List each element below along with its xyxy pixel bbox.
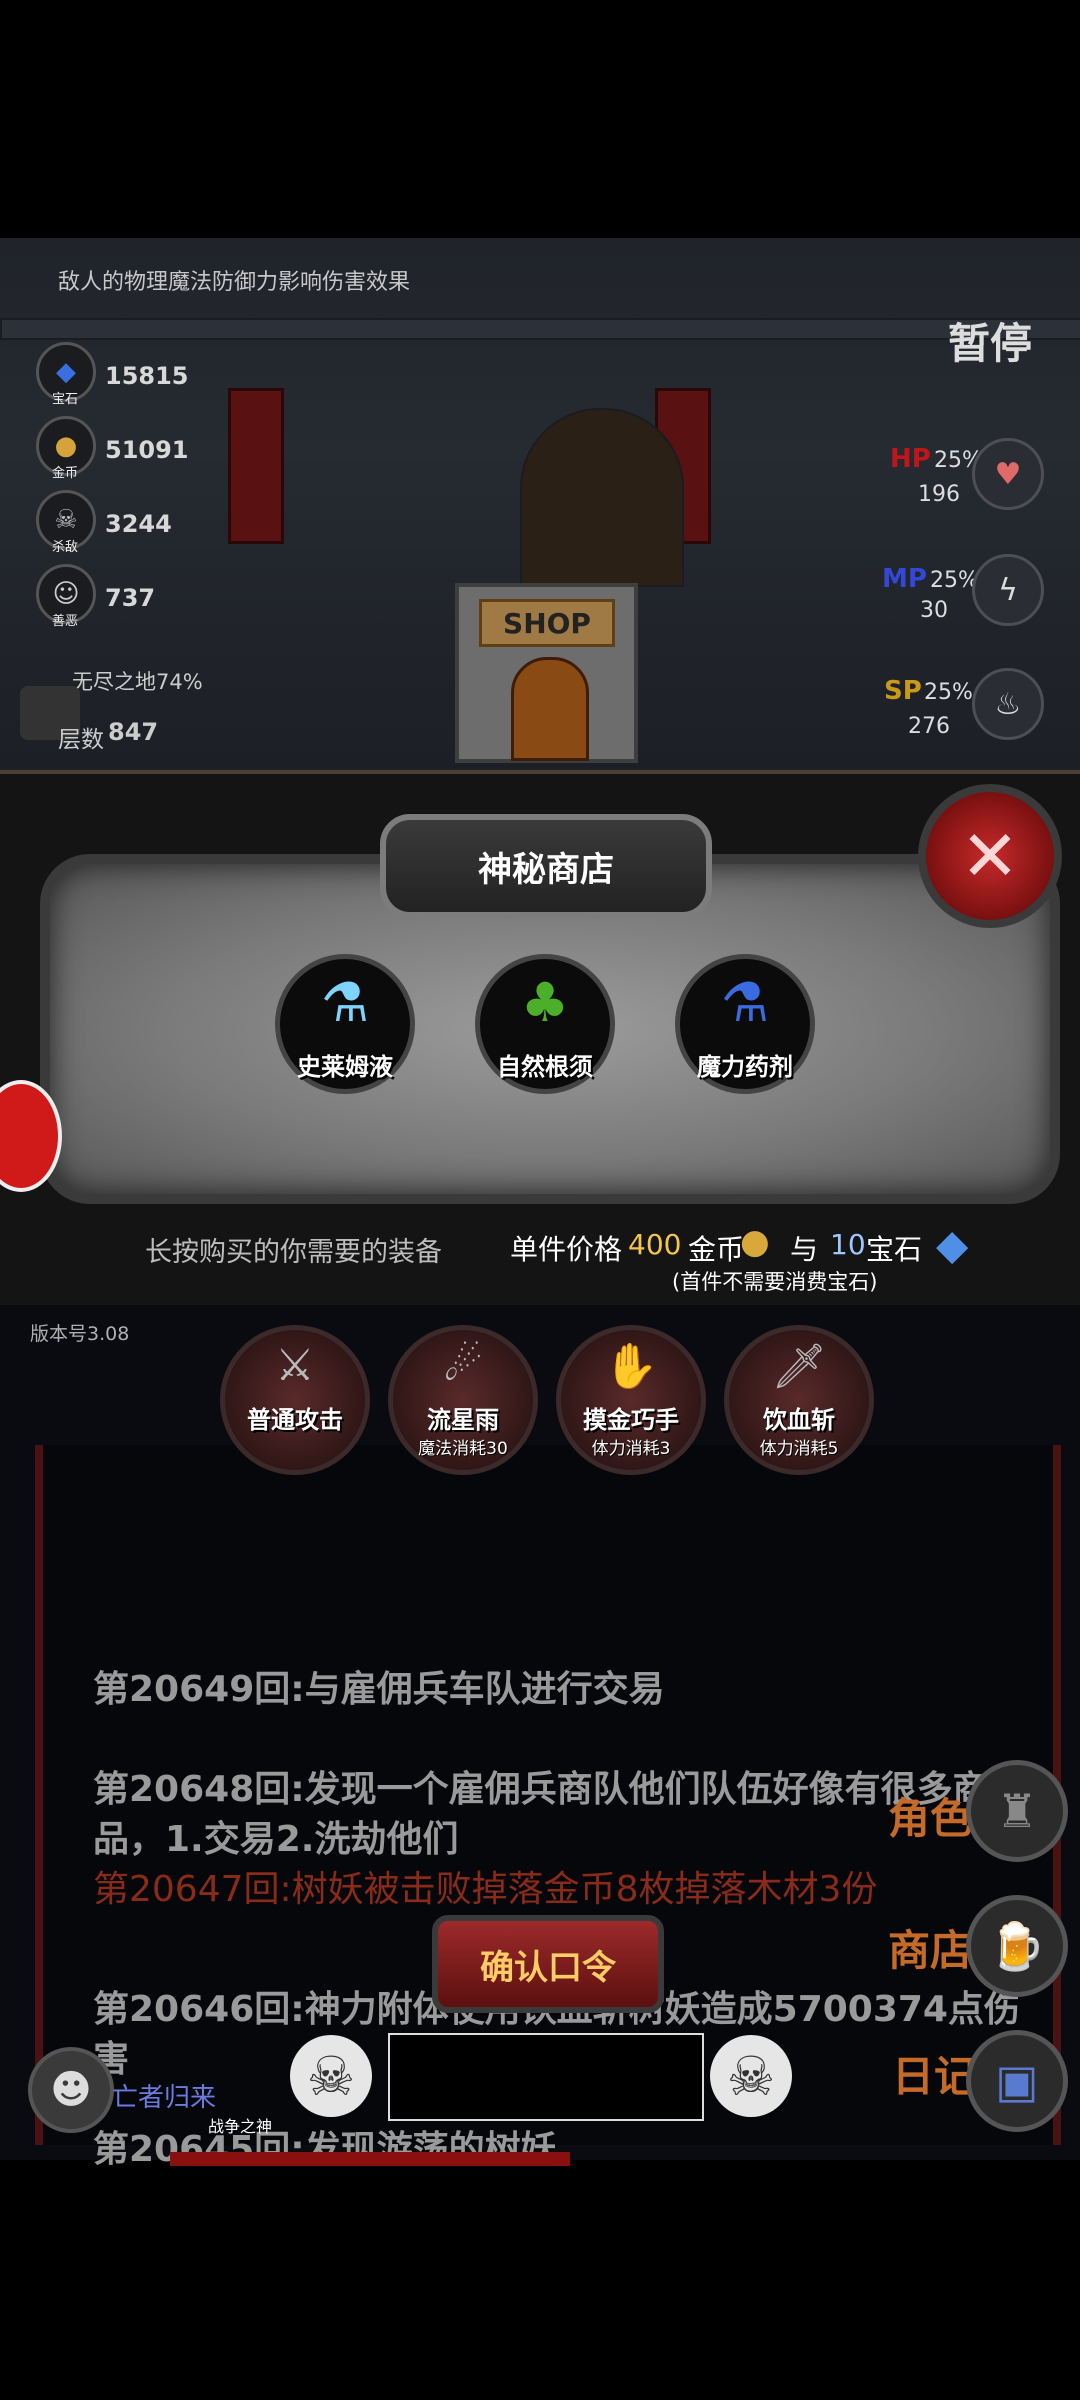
shop-title: 神秘商店 [478, 849, 614, 890]
log-entry: 第20649回:与雇佣兵车队进行交易 [93, 1669, 665, 1710]
shop-button-label[interactable]: 商店 [888, 1917, 972, 1978]
notice-text: 敌人的物理魔法防御力影响伤害效果 [58, 270, 411, 295]
log-entry: 第20647回:树妖被击败掉落金币8枚掉落木材3份 [93, 1869, 878, 1910]
kill-tag: 杀敌 [52, 540, 79, 555]
shop-item-nature-root[interactable]: ♣ 自然根须 [475, 954, 615, 1094]
bottom-strip [170, 2152, 570, 2166]
pause-button[interactable]: 暂停 [940, 310, 1040, 370]
boss-label: 战争之神 [208, 2117, 273, 2136]
shop-item-slime-fluid[interactable]: ⚗ 史莱姆液 [275, 954, 415, 1094]
karma-tag: 善恶 [52, 614, 79, 629]
price-gem-amount: 10 [830, 1228, 866, 1261]
meteor-icon: ☄ [443, 1340, 483, 1391]
shop-footer: 长按购买的你需要的装备 单件价格 400 金币 ● 与 10 宝石 ◆ (首件不… [90, 1214, 990, 1294]
mug-icon[interactable]: 🍺 [966, 1895, 1068, 1997]
skill-cost: 魔法消耗30 [418, 1439, 508, 1459]
coin-count: 51091 [105, 436, 189, 464]
price-gold-amount: 400 [628, 1228, 682, 1261]
price-note: (首件不需要消费宝石) [672, 1270, 878, 1294]
close-button[interactable]: ✕ [918, 784, 1062, 928]
confirm-password-button[interactable]: 确认口令 [432, 1915, 664, 2013]
hp-label: HP [890, 444, 931, 474]
skill-normal-attack[interactable]: ⚔ 普通攻击 [220, 1325, 370, 1475]
player-avatar[interactable]: ☻ [28, 2047, 114, 2133]
karma-count: 737 [105, 584, 156, 612]
sword-icon: ⚔ [275, 1340, 315, 1391]
gem-icon: ◆ [936, 1220, 969, 1269]
sp-pct: 25% [924, 680, 973, 705]
gem-tag: 宝石 [52, 392, 79, 407]
skill-blood-slash[interactable]: 🗡 饮血斩 体力消耗5 [724, 1325, 874, 1475]
shop-item-label: 自然根须 [497, 1053, 593, 1081]
close-icon: ✕ [960, 815, 1020, 897]
shop-building[interactable]: SHOP [455, 583, 638, 763]
hand-icon: ✋ [603, 1341, 659, 1392]
wall-ledge [0, 318, 1080, 340]
skill-gold-touch[interactable]: ✋ 摸金巧手 体力消耗3 [556, 1325, 706, 1475]
floor-label: 层数 [58, 727, 104, 753]
mana-potion-icon: ϟ [972, 554, 1044, 626]
sp-value: 276 [908, 714, 950, 739]
shop-title-plate: 神秘商店 [380, 814, 712, 918]
floor-value: 847 [108, 718, 159, 746]
price-gem-unit: 宝石 [866, 1233, 923, 1266]
character-button-label[interactable]: 角色 [888, 1785, 972, 1846]
boots-icon: ♣ [520, 971, 570, 1034]
shop-item-label: 魔力药剂 [697, 1053, 793, 1081]
price-prefix: 单件价格 [510, 1233, 623, 1266]
food-icon: ♨ [972, 668, 1044, 740]
flask-icon: ⚗ [320, 971, 370, 1034]
helmet-icon[interactable]: ♜ [966, 1760, 1068, 1862]
shop-door [511, 657, 589, 761]
chat-input[interactable] [388, 2033, 704, 2121]
red-banner [228, 388, 284, 544]
shop-hint: 长按购买的你需要的装备 [145, 1237, 442, 1268]
skill-name: 饮血斩 [763, 1406, 835, 1434]
sp-label: SP [884, 676, 922, 706]
price-and: 与 [790, 1233, 819, 1266]
skill-cost: 体力消耗3 [591, 1439, 671, 1459]
skill-name: 流星雨 [427, 1406, 499, 1434]
shop-sign: SHOP [479, 599, 615, 647]
dagger-icon: 🗡 [771, 1341, 827, 1392]
zone-progress: 无尽之地74% [72, 670, 203, 694]
skill-meteor-shower[interactable]: ☄ 流星雨 魔法消耗30 [388, 1325, 538, 1475]
shop-item-label: 史莱姆液 [297, 1053, 393, 1081]
player-name: 亡者归来 [112, 2083, 217, 2113]
skull-icon[interactable]: ☠ [710, 2035, 792, 2117]
coin-icon: ● [740, 1222, 770, 1262]
shop-item-mana-potion[interactable]: ⚗ 魔力药剂 [675, 954, 815, 1094]
kill-count: 3244 [105, 510, 172, 538]
mp-value: 30 [920, 598, 948, 623]
shop-dialog: ⚗ 史莱姆液 ♣ 自然根须 ⚗ 魔力药剂 神秘商店 ✕ 长按购买的你需要的装备 … [0, 770, 1080, 1313]
mp-label: MP [882, 564, 927, 594]
version-label: 版本号3.08 [30, 1323, 130, 1345]
gem-count: 15815 [105, 362, 189, 390]
price-gold-unit: 金币 [688, 1233, 745, 1266]
skill-name: 普通攻击 [247, 1406, 343, 1434]
heart-potion-icon: ♥ [972, 438, 1044, 510]
skill-name: 摸金巧手 [583, 1406, 679, 1434]
skill-cost: 体力消耗5 [759, 1439, 839, 1459]
skull-icon[interactable]: ☠ [290, 2035, 372, 2117]
hp-value: 196 [918, 482, 960, 507]
flask-icon: ⚗ [720, 971, 770, 1034]
castle-archway [520, 408, 684, 587]
chat-bar: ☻ 亡者归来 战争之神 ☠ ☠ [0, 2025, 1080, 2166]
coin-tag: 金币 [52, 466, 79, 481]
